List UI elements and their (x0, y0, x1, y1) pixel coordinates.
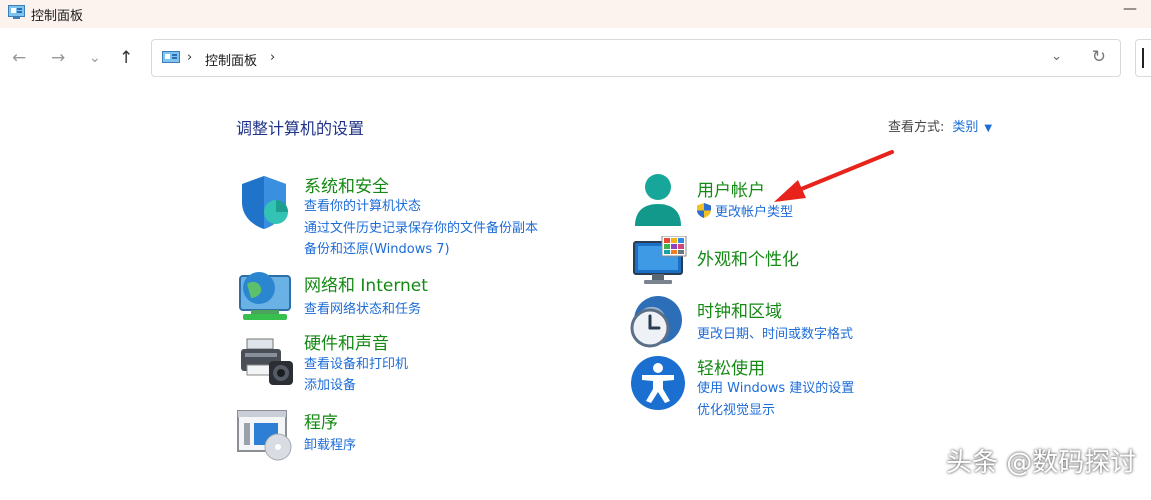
link-view-computer-status[interactable]: 查看你的计算机状态 (304, 195, 421, 214)
control-panel-icon (162, 51, 180, 63)
link-add-device[interactable]: 添加设备 (304, 374, 356, 393)
category-clock-region[interactable]: 时钟和区域 (697, 297, 782, 322)
address-dropdown-button[interactable]: ⌄ (1051, 49, 1062, 64)
address-bar[interactable]: › 控制面板 › ⌄ ↻ (151, 39, 1121, 77)
category-user-accounts[interactable]: 用户帐户 (697, 176, 765, 201)
annotation-arrow-icon (774, 150, 894, 202)
shield-icon (242, 176, 288, 229)
category-programs[interactable]: 程序 (304, 408, 338, 433)
view-by: 查看方式: 类别 ▼ (888, 116, 992, 135)
recent-locations-button[interactable]: ⌄ (89, 46, 101, 70)
printer-speaker-icon (241, 338, 293, 385)
navigation-bar: ← → ⌄ ↑ › 控制面板 › ⌄ ↻ (0, 30, 1151, 88)
control-panel-icon (8, 5, 25, 19)
link-change-date-time-format[interactable]: 更改日期、时间或数字格式 (697, 323, 853, 342)
clock-globe-icon (630, 296, 682, 348)
link-devices-printers[interactable]: 查看设备和打印机 (304, 353, 408, 372)
link-file-history-backup[interactable]: 通过文件历史记录保存你的文件备份副本 (304, 217, 538, 236)
refresh-button[interactable]: ↻ (1092, 47, 1106, 67)
view-by-label: 查看方式: (888, 120, 945, 135)
link-windows-recommended-settings[interactable]: 使用 Windows 建议的设置 (697, 377, 854, 396)
link-optimize-visual-display[interactable]: 优化视觉显示 (697, 399, 775, 418)
breadcrumb-control-panel[interactable]: 控制面板 (205, 50, 257, 69)
text-caret (1142, 48, 1144, 68)
link-uninstall-program[interactable]: 卸载程序 (304, 434, 356, 453)
program-disc-icon (237, 410, 292, 461)
watermark: 头条 @数码探讨 (946, 448, 1137, 478)
link-backup-restore-win7[interactable]: 备份和还原(Windows 7) (304, 238, 450, 257)
search-input[interactable] (1135, 39, 1151, 77)
breadcrumb-separator[interactable]: › (270, 50, 275, 65)
view-by-dropdown[interactable]: 类别 (952, 120, 978, 135)
user-icon (635, 174, 681, 226)
category-hardware-sound[interactable]: 硬件和声音 (304, 329, 389, 354)
category-network-internet[interactable]: 网络和 Internet (304, 271, 428, 296)
globe-monitor-icon (239, 272, 291, 320)
dropdown-arrow-icon[interactable]: ▼ (984, 123, 992, 134)
accessibility-icon (631, 356, 685, 410)
page-title: 调整计算机的设置 (236, 119, 365, 138)
category-system-security[interactable]: 系统和安全 (304, 172, 389, 197)
back-button[interactable]: ← (12, 46, 26, 70)
minimize-button[interactable]: — (1123, 1, 1137, 17)
forward-button[interactable]: → (51, 46, 65, 70)
window-title: 控制面板 (31, 9, 84, 24)
monitor-palette-icon (633, 236, 687, 284)
uac-shield-icon (697, 203, 711, 218)
category-appearance-personalization[interactable]: 外观和个性化 (697, 245, 799, 270)
breadcrumb-separator[interactable]: › (187, 50, 192, 65)
link-network-status[interactable]: 查看网络状态和任务 (304, 298, 421, 317)
category-ease-of-access[interactable]: 轻松使用 (697, 354, 765, 379)
up-button[interactable]: ↑ (119, 46, 133, 70)
title-bar: 控制面板 — (0, 0, 1151, 28)
